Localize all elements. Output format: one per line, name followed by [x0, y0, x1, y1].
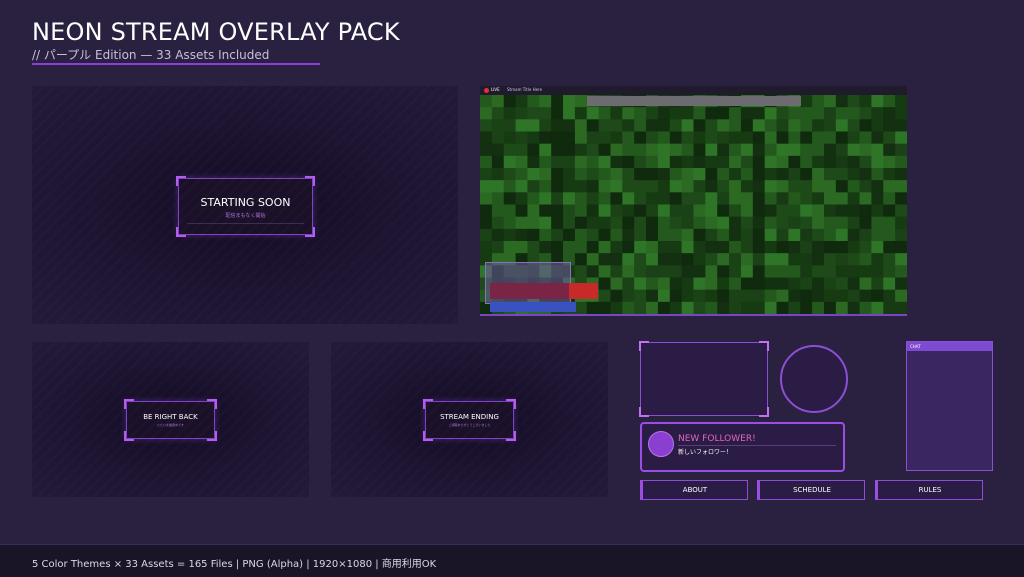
- follower-avatar: [648, 431, 674, 457]
- circle-webcam-frame: [780, 345, 848, 413]
- ending-title: STREAM ENDING: [440, 413, 499, 421]
- live-label: LIVE: [491, 87, 500, 92]
- cam-corner: [639, 407, 649, 417]
- chat-header: CHAT: [907, 342, 992, 351]
- rules-panel-button[interactable]: RULES: [875, 480, 983, 500]
- cam-corner: [759, 341, 769, 351]
- blurred-blue-bar: [490, 302, 576, 312]
- cam-corner: [759, 407, 769, 417]
- stream-ending-scene: STREAM ENDING ご視聴ありがとうございました: [331, 342, 608, 497]
- about-panel-button[interactable]: ABOUT: [640, 480, 748, 500]
- cam-corner: [639, 341, 649, 351]
- ending-card: STREAM ENDING ご視聴ありがとうございました: [423, 399, 516, 441]
- page-subtitle: // パープル Edition — 33 Assets Included: [32, 48, 270, 62]
- page-title: NEON STREAM OVERLAY PACK: [32, 18, 400, 46]
- be-right-back-scene: BE RIGHT BACK ただいま離席中です: [32, 342, 309, 497]
- footer-info: 5 Color Themes × 33 Assets = 165 Files |…: [32, 559, 437, 570]
- chat-box: CHAT: [906, 341, 993, 471]
- gameplay-scene: LIVE Stream Title Here: [480, 86, 907, 316]
- stream-topbar: LIVE Stream Title Here: [480, 86, 907, 95]
- footer-bar: 5 Color Themes × 33 Assets = 165 Files |…: [0, 544, 1024, 577]
- brb-title: BE RIGHT BACK: [143, 413, 198, 421]
- card-divider: [187, 223, 304, 224]
- brb-card: BE RIGHT BACK ただいま離席中です: [124, 399, 217, 441]
- starting-soon-subtitle: 配信まもなく開始: [225, 213, 266, 219]
- starting-soon-scene: STARTING SOON 配信まもなく開始: [32, 86, 458, 324]
- blurred-red-accent: [569, 283, 598, 299]
- follower-alert-subtitle: 新しいフォロワー！: [678, 449, 733, 456]
- follower-alert: NEW FOLLOWER! 新しいフォロワー！: [640, 422, 845, 472]
- ending-subtitle: ご視聴ありがとうございました: [448, 423, 491, 427]
- starting-soon-card: STARTING SOON 配信まもなく開始: [176, 176, 315, 237]
- schedule-panel-button[interactable]: SCHEDULE: [757, 480, 865, 500]
- follower-alert-title: NEW FOLLOWER!: [678, 434, 756, 444]
- webcam-frame: [639, 341, 769, 417]
- stream-title: Stream Title Here: [507, 87, 543, 92]
- alert-divider: [678, 445, 836, 446]
- brb-subtitle: ただいま離席中です: [156, 423, 184, 427]
- title-underline: [32, 63, 320, 65]
- starting-soon-title: STARTING SOON: [200, 196, 291, 209]
- live-indicator-icon: [484, 88, 489, 93]
- blurred-bar: [587, 96, 801, 106]
